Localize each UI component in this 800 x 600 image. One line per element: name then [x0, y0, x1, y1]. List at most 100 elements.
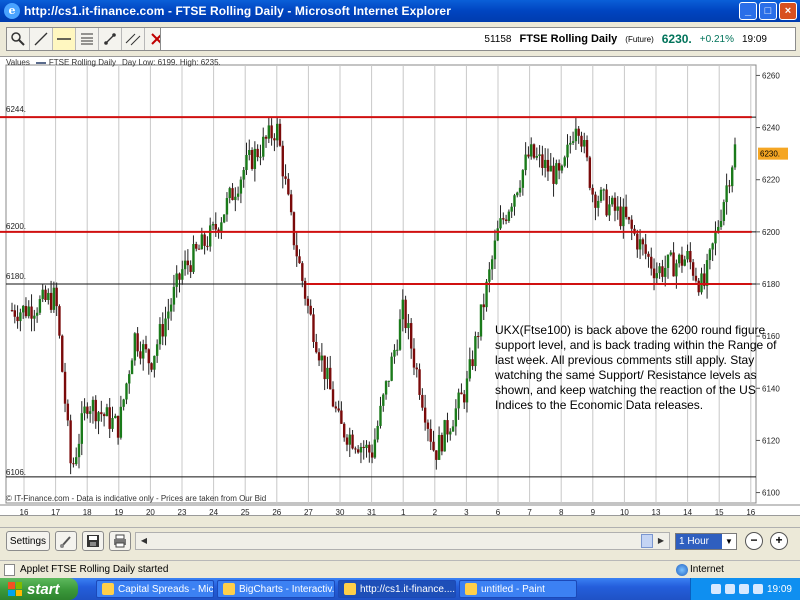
candle-body [262, 136, 265, 157]
taskbar-item[interactable]: untitled - Paint [459, 580, 577, 598]
print-button[interactable] [109, 531, 131, 551]
candle-body [700, 273, 703, 293]
candle-body [474, 336, 477, 367]
move-tool-button[interactable] [99, 28, 122, 50]
scroll-thumb[interactable] [641, 534, 653, 548]
candle-body [309, 305, 312, 315]
level-label-6244: 6244. [6, 105, 27, 114]
taskbar-item[interactable]: BigCharts - Interactiv... [217, 580, 335, 598]
candle-body [697, 280, 700, 293]
x-tick-label: 26 [272, 508, 281, 517]
tray-icon[interactable] [710, 584, 721, 594]
candle-body [122, 399, 125, 407]
candle-body [33, 315, 36, 319]
candle-body [426, 422, 430, 429]
status-bar: Applet FTSE Rolling Daily started Intern… [0, 560, 800, 578]
candle-body [711, 243, 714, 250]
candle-body [543, 159, 547, 168]
tray-icon[interactable] [724, 584, 735, 594]
candle-body [387, 380, 391, 382]
candle-body [147, 349, 150, 364]
save-button[interactable] [82, 531, 104, 551]
candle-body [144, 344, 148, 350]
window-controls: _ □ × [739, 2, 797, 20]
candle-body [273, 138, 276, 141]
y-tick-label: 6240 [762, 124, 780, 133]
candle-body [518, 187, 522, 193]
zoom-tool-button[interactable] [7, 28, 30, 50]
candle-body [292, 212, 296, 246]
candle-body [719, 221, 723, 227]
candle-body [234, 196, 237, 201]
candle-body [585, 140, 589, 158]
candle-body [195, 244, 198, 249]
parallel-tool-button[interactable] [122, 28, 145, 50]
chart-scrollbar[interactable]: ◀ ▶ [135, 532, 670, 550]
candle-body [580, 135, 583, 147]
close-button[interactable]: × [779, 2, 797, 20]
taskbar-item[interactable]: Capital Spreads - Micr... [96, 580, 214, 598]
y-tick-label: 6120 [762, 436, 780, 445]
x-tick-label: 17 [51, 508, 60, 517]
data-disclaimer: © IT-Finance.com - Data is indicative on… [6, 494, 267, 503]
candle-body [691, 262, 695, 276]
candle-body [340, 410, 343, 424]
tray-icon[interactable] [752, 584, 763, 594]
scroll-right-icon[interactable]: ▶ [653, 533, 669, 549]
settings-button[interactable]: Settings [6, 531, 50, 551]
x-tick-label: 16 [20, 508, 29, 517]
taskbar-item-active[interactable]: http://cs1.it-finance.... [338, 580, 456, 598]
candle-body [47, 292, 50, 300]
candle-body [521, 170, 525, 188]
candle-body [616, 206, 619, 211]
tray-icon[interactable] [738, 584, 749, 594]
candle-body [493, 240, 497, 260]
candle-body [412, 348, 416, 368]
fibonacci-tool-button[interactable] [76, 28, 99, 50]
start-label: start [27, 580, 60, 598]
interval-select[interactable]: 1 Hour ▼ [675, 533, 737, 550]
start-button[interactable]: start [0, 578, 78, 600]
candle-body [19, 312, 22, 322]
trendline-tool-button[interactable] [30, 28, 53, 50]
candle-body [449, 431, 452, 435]
candle-body [669, 252, 672, 255]
candle-body [619, 206, 622, 227]
candle-body [342, 423, 346, 438]
zoom-out-button[interactable]: − [745, 532, 763, 550]
candle-body [675, 263, 678, 277]
horizontal-line-tool-button[interactable] [53, 28, 76, 50]
candle-body [88, 411, 92, 414]
quote-id: 51158 [484, 33, 512, 45]
candle-body [306, 298, 310, 306]
printer-icon [114, 534, 126, 548]
trendline-icon [34, 32, 48, 46]
paint-tool-button[interactable] [55, 531, 77, 551]
minimize-button[interactable]: _ [739, 2, 757, 20]
zoom-in-button[interactable]: + [770, 532, 788, 550]
candle-body [155, 344, 159, 356]
candle-body [359, 446, 363, 453]
candle-body [396, 349, 399, 351]
candle-body [686, 250, 689, 260]
candle-body [658, 266, 661, 274]
candle-body [80, 413, 83, 444]
candle-body [108, 407, 111, 429]
x-tick-label: 9 [591, 508, 596, 517]
x-tick-label: 13 [652, 508, 661, 517]
maximize-button[interactable]: □ [759, 2, 777, 20]
candle-body [200, 234, 204, 250]
candle-body [683, 259, 686, 266]
level-label-6200: 6200. [6, 222, 27, 231]
candle-body [638, 239, 642, 250]
candle-body [608, 204, 611, 216]
app-icon [344, 583, 356, 595]
candle-body [41, 289, 44, 300]
scroll-left-icon[interactable]: ◀ [136, 533, 152, 549]
candle-body [326, 367, 329, 380]
price-chart[interactable]: 6100 6120 6140 6160 6180 6200 6220 6240 6260 6230… [0, 56, 800, 517]
candle-body [133, 333, 137, 361]
floppy-disk-icon [87, 535, 99, 547]
legend-series: FTSE Rolling Daily [35, 58, 116, 67]
candle-body [560, 165, 564, 171]
